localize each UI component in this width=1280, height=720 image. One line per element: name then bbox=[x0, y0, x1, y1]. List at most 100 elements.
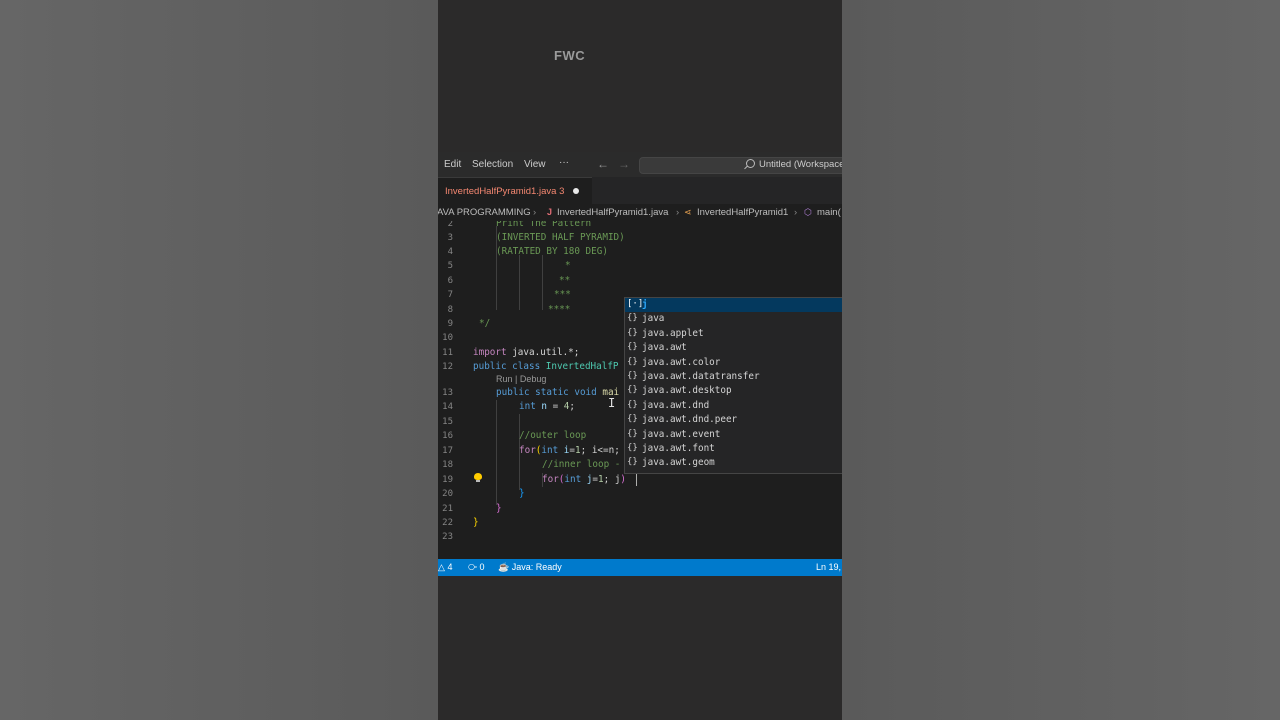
breadcrumb-folder[interactable]: AVA PROGRAMMING bbox=[438, 207, 531, 218]
indent-guide bbox=[519, 255, 520, 310]
workspace-title: Untitled (Workspace) bbox=[759, 159, 842, 170]
tab-label: InvertedHalfPyramid1.java 3 bbox=[445, 186, 564, 197]
right-blur-background bbox=[842, 0, 1280, 720]
cursor-position[interactable]: Ln 19, bbox=[816, 562, 841, 572]
suggestion-item[interactable]: {} java.awt.color bbox=[625, 356, 842, 370]
suggestion-label: java.applet bbox=[642, 327, 704, 339]
chevron-right-icon: › bbox=[533, 207, 537, 218]
suggestion-item[interactable]: {} java.awt bbox=[625, 341, 842, 355]
var-j: j bbox=[581, 474, 593, 485]
line-number: 12 bbox=[442, 362, 453, 372]
package-icon: {} bbox=[627, 414, 638, 425]
unsaved-dot-icon[interactable] bbox=[573, 188, 579, 194]
suggestion-label: java.awt bbox=[642, 342, 687, 354]
package-icon: {} bbox=[627, 399, 638, 410]
line-number: 6 bbox=[447, 276, 453, 286]
code-line-13: public static void mai bbox=[496, 387, 619, 398]
menu-edit[interactable]: Edit bbox=[444, 159, 461, 170]
breadcrumb: AVA PROGRAMMING › J InvertedHalfPyramid1… bbox=[438, 204, 842, 221]
warning-count: 4 bbox=[447, 562, 453, 572]
code-line-17: for(int i=1; i<=n; bbox=[519, 445, 620, 456]
ports-count: 0 bbox=[479, 562, 485, 572]
line-number: 19 bbox=[442, 475, 453, 485]
code-line-3: (INVERTED HALF PYRAMID) bbox=[496, 232, 625, 243]
tab-invertedhalfpyramid1[interactable]: InvertedHalfPyramid1.java 3 bbox=[438, 177, 592, 205]
line-number: 3 bbox=[447, 233, 453, 243]
suggestion-item[interactable]: {} java.awt.desktop bbox=[625, 384, 842, 398]
code-line-8: **** bbox=[548, 304, 571, 315]
bracket: ) bbox=[620, 474, 627, 485]
arrow-left-icon[interactable]: ← bbox=[597, 157, 609, 171]
suggestion-label: java.awt.dnd.peer bbox=[642, 414, 738, 426]
run-debug-codelens[interactable]: Run | Debug bbox=[496, 374, 546, 384]
operator: = bbox=[547, 401, 564, 412]
suggestion-label: java.awt.event bbox=[642, 428, 721, 440]
class-icon: ⋖ bbox=[684, 207, 692, 217]
package-icon: {} bbox=[627, 313, 638, 324]
package-icon: {} bbox=[627, 385, 638, 396]
suggestion-item[interactable]: {} java.awt.event bbox=[625, 428, 842, 442]
breadcrumb-file[interactable]: InvertedHalfPyramid1.java bbox=[557, 207, 668, 218]
package-icon: {} bbox=[627, 371, 638, 381]
keyword-int: int bbox=[541, 445, 559, 456]
tab-problem-count: 3 bbox=[559, 186, 565, 197]
method-icon: ⬡ bbox=[804, 207, 812, 217]
left-blur-background bbox=[0, 0, 438, 720]
line-number: 17 bbox=[442, 446, 453, 456]
code-line-19: for(int j=1; j) bbox=[542, 474, 626, 485]
line-number: 9 bbox=[447, 319, 453, 329]
suggestion-item[interactable]: [·] j bbox=[625, 298, 842, 312]
ports-indicator[interactable]: ⧂ 0 bbox=[468, 562, 485, 573]
suggestion-item[interactable]: {} java bbox=[625, 312, 842, 326]
suggestion-item[interactable]: {} java.awt.datatransfer bbox=[625, 370, 842, 384]
indent-guide bbox=[542, 255, 543, 310]
command-center-search[interactable]: Untitled (Workspace) bbox=[639, 157, 842, 174]
suggestion-label: java.awt.dnd bbox=[642, 399, 710, 411]
text-cursor bbox=[636, 474, 637, 486]
phone-frame: FWC Edit Selection View ··· ← → Untitled… bbox=[438, 0, 842, 720]
suggestion-item[interactable]: {} java.applet bbox=[625, 327, 842, 341]
package-icon: {} bbox=[627, 327, 638, 338]
breadcrumb-class[interactable]: InvertedHalfPyramid1 bbox=[697, 207, 788, 218]
coffee-icon: ☕ bbox=[498, 562, 510, 572]
line-number: 2 bbox=[447, 221, 453, 229]
class-name: InvertedHalfP bbox=[540, 361, 619, 372]
breadcrumb-method[interactable]: main( bbox=[817, 207, 841, 218]
arrow-right-icon[interactable]: → bbox=[618, 157, 630, 171]
menu-more[interactable]: ··· bbox=[559, 157, 569, 168]
line-number: 20 bbox=[442, 489, 453, 499]
keyword-for: for bbox=[542, 474, 559, 485]
import-path: java.util.*; bbox=[506, 347, 580, 358]
package-icon: {} bbox=[627, 457, 638, 468]
line-number: 16 bbox=[442, 431, 453, 441]
keyword-int: int bbox=[519, 401, 536, 412]
suggestion-item[interactable]: {} java.awt.font bbox=[625, 442, 842, 456]
code-line-21: } bbox=[496, 503, 502, 514]
code-line-14: int n = 4; bbox=[519, 401, 575, 412]
suggestion-item[interactable]: {} java.awt.geom bbox=[625, 456, 842, 470]
code-line-7: *** bbox=[554, 289, 571, 300]
suggestion-label: java bbox=[642, 313, 665, 325]
java-status[interactable]: ☕ Java: Ready bbox=[498, 562, 562, 573]
menu-view[interactable]: View bbox=[524, 159, 546, 170]
var-n: n bbox=[535, 401, 547, 412]
top-empty-area: FWC bbox=[438, 0, 842, 152]
problems-indicator[interactable]: △ 4 bbox=[438, 562, 452, 573]
menu-selection[interactable]: Selection bbox=[472, 159, 513, 170]
loop-condition: ; j bbox=[603, 474, 621, 485]
line-number: 18 bbox=[442, 460, 453, 470]
suggestion-item[interactable]: {} java.awt.dnd.peer bbox=[625, 413, 842, 427]
keyword-int: int bbox=[564, 474, 582, 485]
line-number: 14 bbox=[442, 402, 453, 412]
status-bar: △ 4 ⧂ 0 ☕ Java: Ready Ln 19, bbox=[438, 559, 842, 576]
indent-guide bbox=[496, 400, 497, 505]
suggestion-item[interactable]: {} java.awt.dnd bbox=[625, 399, 842, 413]
suggestion-label: java.awt.geom bbox=[642, 457, 715, 469]
lightbulb-icon[interactable] bbox=[474, 473, 482, 482]
loop-condition: ; i<=n; bbox=[580, 445, 620, 456]
line-number: 10 bbox=[442, 333, 453, 343]
java-file-icon: J bbox=[547, 207, 553, 217]
code-line-12: public class InvertedHalfP bbox=[473, 361, 619, 372]
title-bar: Edit Selection View ··· ← → Untitled (Wo… bbox=[438, 152, 842, 177]
line-number: 7 bbox=[447, 290, 453, 300]
